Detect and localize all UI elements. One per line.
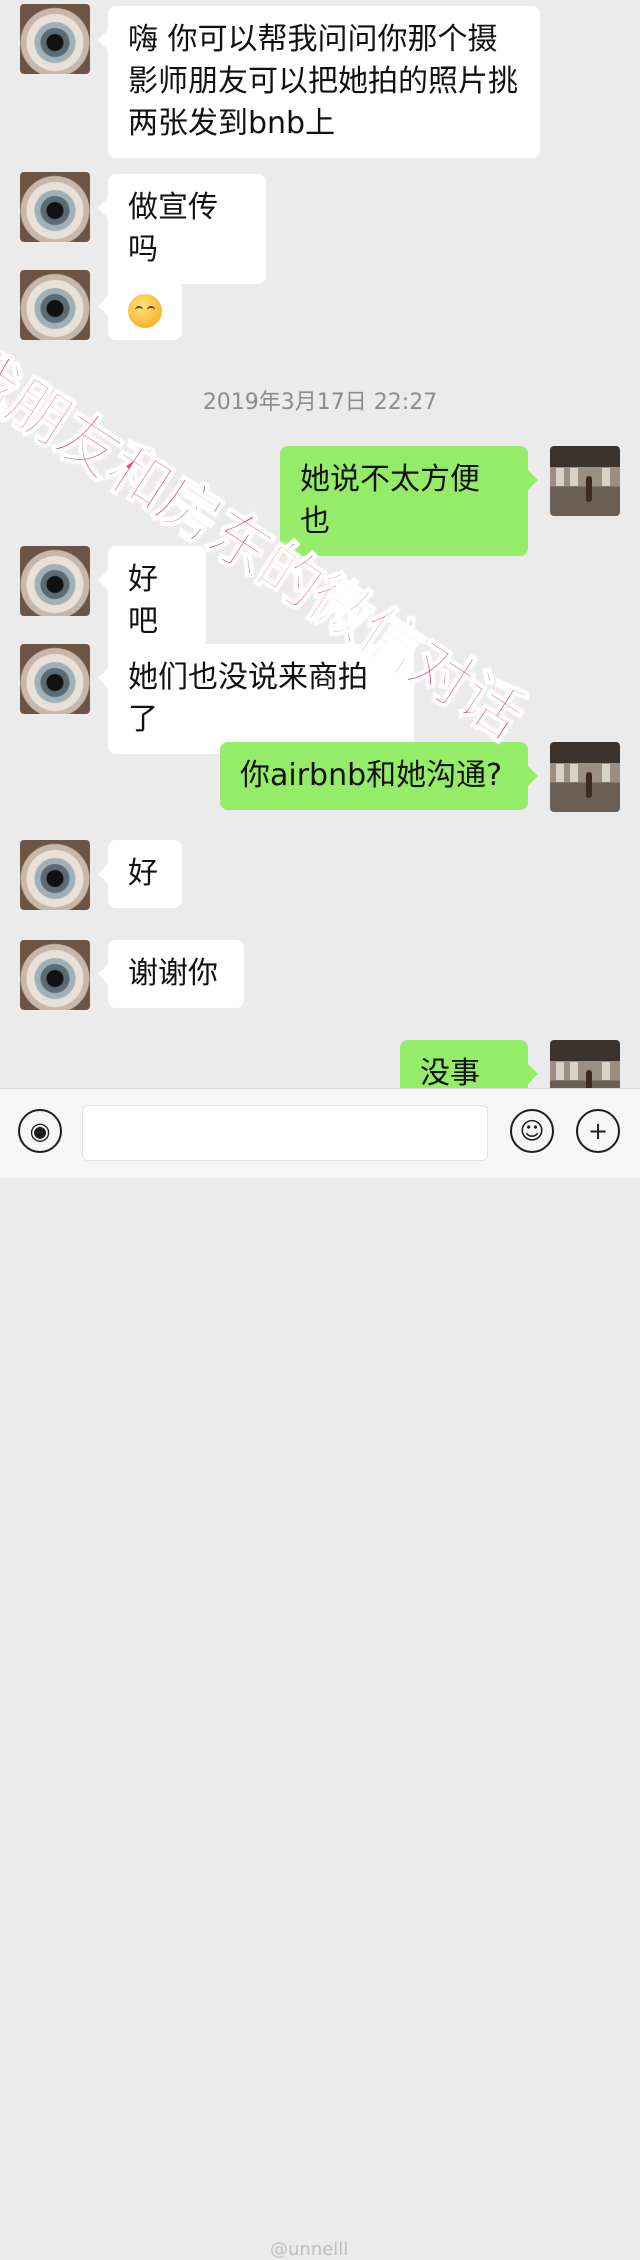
room-avatar-image bbox=[550, 446, 620, 516]
eye-avatar-image bbox=[20, 840, 90, 910]
contact-avatar[interactable] bbox=[20, 270, 90, 340]
chat-panel: 嗨 你可以帮我问问你那个摄影师朋友可以把她拍的照片挑两张发到bnb上 做宣传吗 … bbox=[0, 0, 640, 1088]
message-input[interactable] bbox=[82, 1105, 488, 1161]
emoji-icon[interactable]: ☺ bbox=[510, 1109, 554, 1153]
received-message[interactable]: 嗨 你可以帮我问问你那个摄影师朋友可以把她拍的照片挑两张发到bnb上 bbox=[98, 6, 540, 158]
room-avatar-image bbox=[550, 1040, 620, 1088]
own-avatar[interactable] bbox=[550, 446, 620, 516]
received-message[interactable]: 做宣传吗 bbox=[98, 174, 266, 284]
contact-avatar[interactable] bbox=[20, 840, 90, 910]
contact-avatar[interactable] bbox=[20, 172, 90, 242]
contact-avatar[interactable] bbox=[20, 940, 90, 1010]
eye-avatar-image bbox=[20, 4, 90, 74]
room-avatar-image bbox=[550, 742, 620, 812]
received-message[interactable] bbox=[98, 272, 182, 340]
contact-avatar[interactable] bbox=[20, 546, 90, 616]
sent-message[interactable]: 她说不太方便也 bbox=[280, 446, 538, 556]
contact-avatar[interactable] bbox=[20, 644, 90, 714]
contact-avatar[interactable] bbox=[20, 4, 90, 74]
received-message[interactable]: 好 bbox=[98, 840, 182, 908]
sent-message[interactable]: 你airbnb和她沟通? bbox=[220, 742, 538, 810]
eye-avatar-image bbox=[20, 172, 90, 242]
eye-avatar-image bbox=[20, 270, 90, 340]
plus-icon[interactable]: + bbox=[576, 1109, 620, 1153]
eye-avatar-image bbox=[20, 546, 90, 616]
received-message[interactable]: 她们也没说来商拍了 bbox=[98, 644, 414, 754]
received-message[interactable]: 谢谢你 bbox=[98, 940, 244, 1008]
own-avatar[interactable] bbox=[550, 742, 620, 812]
eye-avatar-image bbox=[20, 940, 90, 1010]
smiling-face-emoji bbox=[128, 293, 162, 328]
own-avatar[interactable] bbox=[550, 1040, 620, 1088]
message-timestamp: 2019年3月17日 22:27 bbox=[202, 390, 438, 415]
voice-icon[interactable]: ◉ bbox=[18, 1109, 62, 1153]
sent-message[interactable]: 没事的 bbox=[400, 1040, 538, 1088]
received-message[interactable]: 好吧 bbox=[98, 546, 206, 656]
chat-input-bar: ◉ ☺ + @unnelll bbox=[0, 1088, 640, 2260]
weibo-credit: @unnelll bbox=[270, 2239, 349, 2260]
eye-avatar-image bbox=[20, 644, 90, 714]
